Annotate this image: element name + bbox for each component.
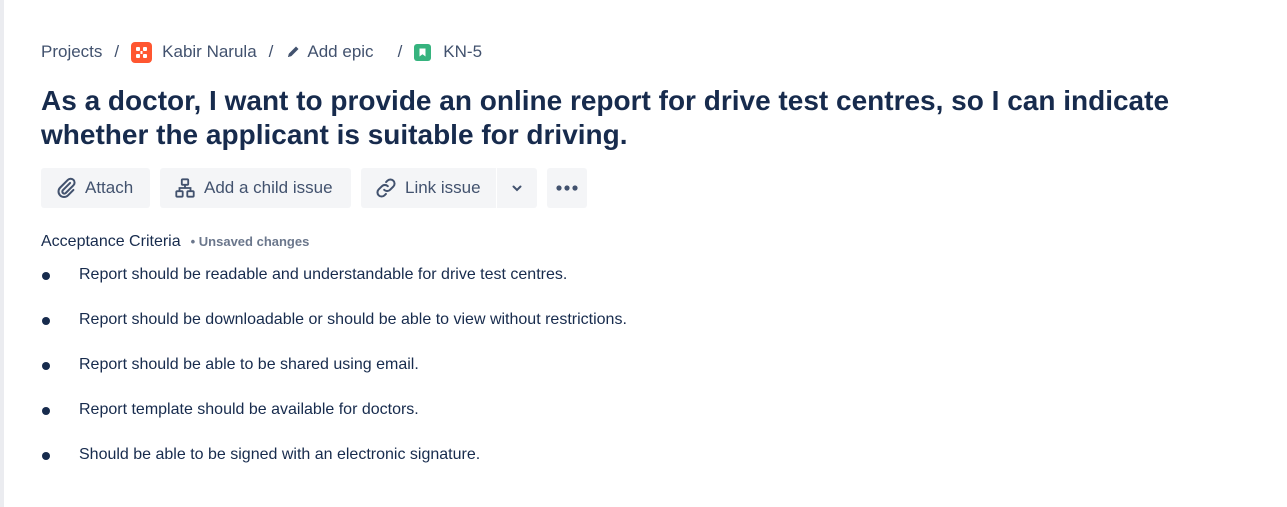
add-child-issue-label: Add a child issue: [204, 178, 333, 197]
project-avatar-icon: [131, 41, 153, 63]
breadcrumb-issue[interactable]: KN-5: [414, 42, 482, 62]
chevron-down-icon: [510, 181, 524, 195]
list-item[interactable]: Report should be able to be shared using…: [41, 351, 627, 396]
list-item-text: Report should be able to be shared using…: [79, 356, 419, 373]
list-item[interactable]: Report should be readable and understand…: [41, 261, 627, 306]
list-item[interactable]: Report should be downloadable or should …: [41, 306, 627, 351]
bullet: [42, 362, 50, 370]
breadcrumb-project-label: Kabir Narula: [162, 42, 257, 61]
list-item-text: Report template should be available for …: [79, 401, 419, 418]
breadcrumb-separator: /: [114, 42, 120, 61]
paperclip-icon: [55, 177, 77, 199]
link-issue-split-button: Link issue: [361, 168, 537, 208]
breadcrumb-add-epic[interactable]: Add epic: [285, 42, 374, 62]
issue-toolbar: Attach Add a child issue Link issue: [41, 168, 587, 208]
add-child-issue-button[interactable]: Add a child issue: [160, 168, 351, 208]
issue-title[interactable]: As a doctor, I want to provide an online…: [41, 84, 1241, 152]
hierarchy-icon: [174, 177, 196, 199]
link-issue-dropdown-button[interactable]: [497, 168, 537, 208]
breadcrumb-issue-key: KN-5: [443, 42, 483, 61]
more-horizontal-icon: [555, 184, 579, 192]
attach-button[interactable]: Attach: [41, 168, 150, 208]
link-issue-label: Link issue: [405, 178, 481, 197]
acceptance-criteria-list[interactable]: Report should be readable and understand…: [41, 261, 627, 486]
link-icon: [375, 177, 397, 199]
bullet: [42, 452, 50, 460]
breadcrumb-projects[interactable]: Projects: [41, 42, 102, 62]
list-item[interactable]: Report template should be available for …: [41, 396, 627, 441]
attach-button-label: Attach: [85, 178, 134, 197]
bullet: [42, 317, 50, 325]
bullet: [42, 407, 50, 415]
acceptance-criteria-header: Acceptance Criteria • Unsaved changes: [41, 233, 309, 251]
list-item-text: Report should be readable and understand…: [79, 266, 568, 283]
story-icon: [414, 43, 432, 61]
acceptance-criteria-label: Acceptance Criteria: [41, 233, 181, 250]
breadcrumb-project[interactable]: Kabir Narula: [131, 41, 257, 63]
more-actions-button[interactable]: [547, 168, 587, 208]
breadcrumb-separator: /: [397, 42, 403, 61]
breadcrumb-epic-label: Add epic: [307, 42, 374, 61]
list-item-text: Should be able to be signed with an elec…: [79, 446, 481, 463]
pencil-icon: [285, 44, 301, 60]
list-item[interactable]: Should be able to be signed with an elec…: [41, 441, 627, 486]
left-rail: [0, 0, 4, 507]
breadcrumb-separator: /: [268, 42, 274, 61]
breadcrumb: Projects / Kabir Narula / Add epic / KN-…: [41, 38, 482, 66]
link-issue-button[interactable]: Link issue: [361, 168, 496, 208]
list-item-text: Report should be downloadable or should …: [79, 311, 627, 328]
bullet: [42, 272, 50, 280]
unsaved-changes-badge: • Unsaved changes: [190, 234, 310, 249]
